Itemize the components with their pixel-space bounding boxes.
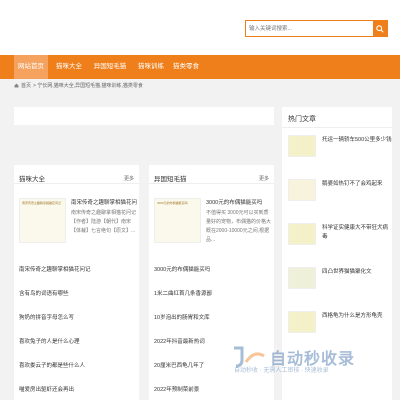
nav-item-cat-snacks[interactable]: 猫类零食 — [170, 55, 202, 79]
list-item[interactable]: 3000元的布偶猫能买吗 — [154, 265, 210, 273]
featured-thumbnail[interactable]: 南宋传奇之趣聊掌相猫花问记 — [19, 198, 66, 243]
article-thumbnail — [288, 267, 316, 289]
list-item[interactable]: 狗奶的拼音字母怎么写 — [19, 313, 74, 321]
list-item[interactable]: 喜欢兔子的人是什么心理 — [19, 337, 80, 345]
sidebar-article[interactable]: 四凸世界猫猫聚化文 — [288, 267, 398, 297]
article-thumbnail — [288, 223, 316, 245]
article-title[interactable]: 托运一辆轿车500公里多少钱 — [322, 136, 392, 145]
featured-title[interactable]: 南宋传奇之趣聊掌相猫花问记 — [71, 198, 137, 206]
divider — [149, 183, 274, 184]
featured-thumbnail[interactable]: 3000元的布偶猫能买吗 — [154, 198, 201, 243]
list-item[interactable]: 2022年抖音最新热词 — [154, 337, 205, 345]
column-title: 猫咪大全 — [19, 176, 45, 183]
search-icon — [376, 24, 384, 33]
list-item[interactable]: 喜欢娄云子的都是些什么人 — [19, 361, 85, 369]
nav-item-home[interactable]: 网站首页 — [14, 55, 48, 79]
search-button[interactable] — [373, 21, 387, 36]
thumbnail-caption: 3000元的布偶猫能买吗 — [157, 201, 188, 205]
list-item[interactable]: 10岁泡出的肠胃和文库 — [154, 313, 210, 321]
featured-description: 南宋传奇之趣聊掌相猫花问记【作者】陆游【朝代】南宋【体裁】七言绝句【原文】... — [71, 210, 137, 234]
column-title: 异国短毛猫 — [154, 176, 187, 183]
breadcrumb-home-link[interactable]: 首页 — [21, 82, 31, 89]
article-thumbnail — [288, 179, 316, 201]
article-title[interactable]: 西格龟为什么是方形龟壳 — [322, 312, 392, 321]
list-item[interactable]: 喵爱房出驱虾还会再出 — [19, 385, 74, 393]
sidebar-article[interactable]: 科学证实健康大不带狂犬病毒 — [288, 223, 398, 253]
list-item[interactable]: 南宋传奇之趣聊掌相猫花问记 — [19, 265, 91, 273]
sidebar-article[interactable]: 鹅婆如热钉不了会鸡起来 — [288, 179, 398, 209]
sidebar-title: 热门文章 — [288, 116, 316, 123]
list-item[interactable]: 2022年预制菜前景 — [154, 385, 199, 393]
more-link[interactable]: 更多 — [124, 175, 134, 182]
list-item[interactable]: 20厘米巴西龟几年了 — [154, 361, 204, 369]
article-thumbnail — [288, 311, 316, 333]
search-input[interactable] — [249, 24, 369, 33]
breadcrumb: 首页 > 宁长网,猫咪大全,异国短毛猫,猫咪训练,猫类零食 — [14, 82, 143, 89]
breadcrumb-path: > 宁长网,猫咪大全,异国短毛猫,猫咪训练,猫类零食 — [33, 83, 143, 89]
header — [0, 0, 400, 55]
divider — [14, 183, 139, 184]
nav-item-exotic-shorthair[interactable]: 异国短毛猫 — [90, 55, 130, 79]
sidebar-article[interactable]: 托运一辆轿车500公里多少钱 — [288, 135, 398, 165]
divider — [282, 127, 392, 128]
featured-description: 不值得买 3000元可以买到质量好的宠物，布偶猫的价格大概在2000-10000… — [206, 210, 272, 243]
watermark: 自动秒收录 自动秒收 · 无需人工审核 · 快速收录 — [230, 337, 390, 377]
list-item[interactable]: 1米二曲红首几条香源鄙 — [154, 289, 212, 297]
nav-item-cat-training[interactable]: 猫咪训练 — [136, 55, 166, 79]
nav-item-cat-encyclopedia[interactable]: 猫咪大全 — [52, 55, 86, 79]
main-nav: 网站首页 猫咪大全 异国短毛猫 猫咪训练 猫类零食 — [0, 55, 400, 79]
article-title[interactable]: 科学证实健康大不带狂犬病毒 — [322, 224, 392, 242]
article-title[interactable]: 鹅婆如热钉不了会鸡起来 — [322, 180, 392, 189]
watermark-subtext: 自动秒收 · 无需人工审核 · 快速收录 — [234, 368, 329, 374]
featured-title[interactable]: 3000元的布偶猫能买吗 — [206, 198, 272, 206]
search-box — [245, 20, 388, 37]
home-icon — [14, 83, 19, 88]
column-cat-encyclopedia: 猫咪大全 更多 南宋传奇之趣聊掌相猫花问记 南宋传奇之趣聊掌相猫花问记 南宋传奇… — [14, 165, 139, 400]
list-item[interactable]: 含有鸟的词语有哪些 — [19, 289, 69, 297]
banner-placeholder — [14, 107, 274, 125]
article-thumbnail — [288, 135, 316, 157]
more-link[interactable]: 更多 — [259, 175, 269, 182]
thumbnail-caption: 南宋传奇之趣聊掌相猫花问记 — [22, 201, 62, 205]
article-title[interactable]: 四凸世界猫猫聚化文 — [322, 268, 392, 277]
